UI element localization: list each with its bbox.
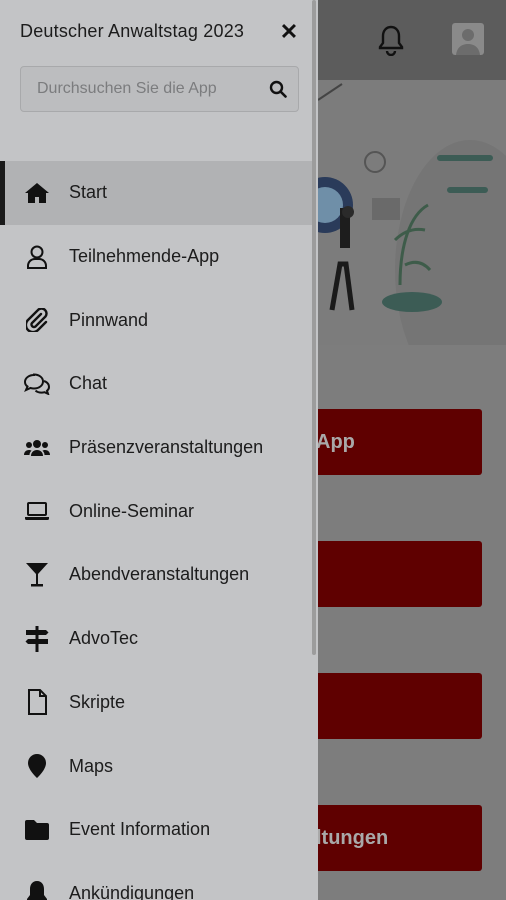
- avatar[interactable]: [452, 23, 484, 55]
- menu-item-teilnehmende-app[interactable]: Teilnehmende-App: [0, 225, 312, 289]
- search-input[interactable]: [21, 67, 258, 111]
- search-box: [20, 66, 299, 112]
- menu-label: AdvoTec: [69, 628, 139, 649]
- map-marker-icon: [24, 753, 50, 779]
- menu-item-advotec[interactable]: AdvoTec: [0, 607, 312, 671]
- menu-label: Start: [69, 182, 108, 203]
- cocktail-icon: [24, 562, 50, 588]
- scrollbar[interactable]: [312, 0, 316, 655]
- folder-icon: [24, 817, 50, 843]
- bell-icon: [24, 880, 50, 900]
- menu-label: Abendveranstaltungen: [69, 564, 250, 585]
- user-icon: [24, 244, 50, 270]
- background-button-2[interactable]: [300, 541, 482, 607]
- background-button-4[interactable]: ltungen: [300, 805, 482, 871]
- navigation-drawer: Deutscher Anwaltstag 2023 ✕ Start Teilne…: [0, 0, 318, 900]
- menu-item-skripte[interactable]: Skripte: [0, 671, 312, 735]
- menu-item-online-seminar[interactable]: Online-Seminar: [0, 479, 312, 543]
- paperclip-icon: [24, 307, 50, 333]
- menu-label: Präsenzveranstaltungen: [69, 437, 264, 458]
- drawer-title: Deutscher Anwaltstag 2023: [20, 21, 245, 41]
- notification-bell-icon[interactable]: [376, 24, 406, 57]
- menu-label: Event Information: [69, 819, 211, 840]
- menu-item-maps[interactable]: Maps: [0, 734, 312, 798]
- users-icon: [24, 435, 50, 461]
- menu-label: Chat: [69, 373, 108, 394]
- laptop-icon: [24, 498, 50, 524]
- menu-item-ankuendigungen[interactable]: Ankündigungen: [0, 862, 312, 900]
- close-icon[interactable]: ✕: [276, 19, 302, 45]
- signpost-icon: [24, 625, 50, 652]
- menu-label: Maps: [69, 755, 114, 776]
- menu-list: Start Teilnehmende-App Pinnwand Chat Prä…: [0, 161, 312, 900]
- home-icon: [24, 180, 50, 206]
- document-icon: [24, 689, 50, 716]
- search-icon[interactable]: [258, 67, 298, 111]
- menu-label: Teilnehmende-App: [69, 246, 220, 267]
- menu-label: Pinnwand: [69, 309, 149, 330]
- menu-item-pinnwand[interactable]: Pinnwand: [0, 288, 312, 352]
- menu-label: Skripte: [69, 691, 126, 712]
- menu-item-chat[interactable]: Chat: [0, 352, 312, 416]
- chat-icon: [24, 371, 50, 397]
- menu-item-abendveranstaltungen[interactable]: Abendveranstaltungen: [0, 543, 312, 607]
- menu-item-praesenzveranstaltungen[interactable]: Präsenzveranstaltungen: [0, 416, 312, 480]
- background-button-1[interactable]: App: [300, 409, 482, 475]
- menu-item-event-information[interactable]: Event Information: [0, 798, 312, 862]
- menu-item-start[interactable]: Start: [0, 161, 312, 225]
- menu-label: Ankündigungen: [69, 882, 195, 900]
- menu-label: Online-Seminar: [69, 500, 195, 521]
- background-button-3[interactable]: [300, 673, 482, 739]
